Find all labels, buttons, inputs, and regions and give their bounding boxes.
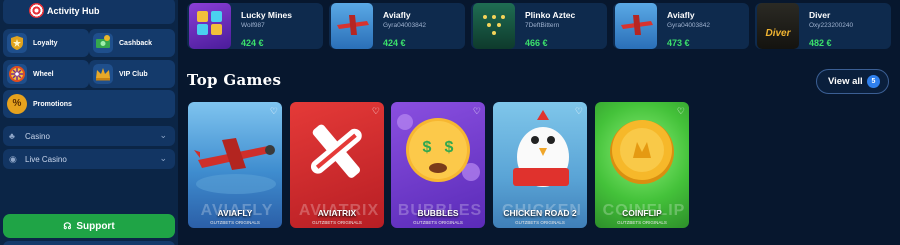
shield-icon xyxy=(7,33,27,53)
win-amount: 473 € xyxy=(667,38,690,48)
wheel-tile[interactable]: Wheel xyxy=(3,60,89,88)
count-badge: 5 xyxy=(867,75,880,88)
wheel-label: Wheel xyxy=(33,70,54,78)
sidebar: Activity Hub Loyalty Cashback Wheel VIP … xyxy=(0,0,178,245)
chevron-down-icon: ⌄ xyxy=(159,130,167,140)
wheel-icon xyxy=(7,64,27,84)
win-game-name: Lucky Mines xyxy=(241,10,293,20)
cashback-tile[interactable]: Cashback xyxy=(89,29,175,57)
win-username: 7DeftBittern xyxy=(525,22,560,29)
view-all-label: View all xyxy=(828,76,863,87)
favorite-icon[interactable]: ♡ xyxy=(473,106,481,117)
vip-club-tile[interactable]: VIP Club xyxy=(89,60,175,88)
card-provider: GUTZBETS ORIGINALS xyxy=(210,220,260,225)
svg-text:Diver: Diver xyxy=(765,28,791,39)
card-title: AVIATRIX xyxy=(317,208,357,218)
target-icon xyxy=(29,3,44,18)
win-game-name: Aviafly xyxy=(383,10,411,20)
recent-win-item[interactable]: Plinko Aztec 7DeftBittern 466 € xyxy=(471,3,607,49)
favorite-icon[interactable]: ♡ xyxy=(677,106,685,117)
win-username: Wolf987 xyxy=(241,22,265,29)
card-title: BUBBLES xyxy=(417,208,459,218)
favorite-icon[interactable]: ♡ xyxy=(270,106,278,117)
card-provider: GUTZBETS ORIGINALS xyxy=(515,220,565,225)
nav-live-casino[interactable]: ◉ Live Casino ⌄ xyxy=(3,149,175,169)
svg-text:$: $ xyxy=(445,139,454,156)
game-card-coinflip[interactable]: ♡ COINFLIP COINFLIP GUTZBETS ORIGINALS xyxy=(595,102,689,228)
loyalty-tile[interactable]: Loyalty xyxy=(3,29,89,57)
game-thumbnail xyxy=(473,3,515,49)
support-label: Support xyxy=(76,220,115,232)
favorite-icon[interactable]: ♡ xyxy=(372,106,380,117)
headset-icon: ☊ xyxy=(63,220,72,231)
win-username: Oxy223200240 xyxy=(809,22,854,29)
game-card-aviafly[interactable]: ♡ AVIAFLY AVIAFLY GUTZBETS ORIGINALS xyxy=(188,102,282,228)
promotions-label: Promotions xyxy=(33,100,72,108)
game-thumbnail xyxy=(189,3,231,49)
game-card-chicken-road-2[interactable]: ♡ CHICKEN CHICKEN ROAD 2 GUTZBETS ORIGIN… xyxy=(493,102,587,228)
card-title: COINFLIP xyxy=(622,208,662,218)
win-amount: 424 € xyxy=(241,38,264,48)
card-title: AVIAFLY xyxy=(217,208,253,218)
win-amount: 482 € xyxy=(809,38,832,48)
game-thumbnail xyxy=(331,3,373,49)
card-provider: GUTZBETS ORIGINALS xyxy=(617,220,667,225)
promotions-button[interactable]: % Promotions xyxy=(3,90,175,118)
win-game-name: Diver xyxy=(809,10,831,20)
vip-club-label: VIP Club xyxy=(119,70,148,78)
cashback-label: Cashback xyxy=(119,39,153,47)
cash-icon xyxy=(93,33,113,53)
game-card-aviatrix[interactable]: ♡ AVIATRIX AVIATRIX GUTZBETS ORIGINALS xyxy=(290,102,384,228)
bubbles-artwork: $ $ xyxy=(397,114,480,182)
win-username: Gyra04003842 xyxy=(667,22,711,29)
section-title: Top Games xyxy=(187,71,282,89)
casino-icon: ♣ xyxy=(9,131,15,141)
support-button[interactable]: ☊ Support xyxy=(3,214,175,238)
percent-icon: % xyxy=(7,94,27,114)
win-game-name: Aviafly xyxy=(667,10,695,20)
favorite-icon[interactable]: ♡ xyxy=(575,106,583,117)
aviafly-artwork xyxy=(194,138,276,194)
recent-win-item[interactable]: Aviafly Gyra04003842 424 € xyxy=(329,3,465,49)
sidebar-bottom-item xyxy=(3,241,175,245)
card-provider: GUTZBETS ORIGINALS xyxy=(413,220,463,225)
coinflip-artwork xyxy=(610,120,674,184)
chevron-down-icon: ⌄ xyxy=(159,153,167,163)
recent-win-item[interactable]: Lucky Mines Wolf987 424 € xyxy=(187,3,323,49)
chicken-artwork xyxy=(513,110,569,187)
crown-icon xyxy=(93,64,113,84)
view-all-button[interactable]: View all 5 xyxy=(816,69,889,94)
loyalty-label: Loyalty xyxy=(33,39,58,47)
activity-hub-label: Activity Hub xyxy=(47,6,100,16)
svg-text:$: $ xyxy=(423,139,432,156)
win-amount: 466 € xyxy=(525,38,548,48)
game-card-bubbles[interactable]: $ $ ♡ BUBBLES BUBBLES GUTZBETS ORIGINALS xyxy=(391,102,485,228)
nav-live-casino-label: Live Casino xyxy=(25,154,67,164)
win-game-name: Plinko Aztec xyxy=(525,10,576,20)
win-amount: 424 € xyxy=(383,38,406,48)
recent-win-item[interactable]: Diver Diver Oxy223200240 482 € xyxy=(755,3,891,49)
nav-casino-label: Casino xyxy=(25,131,50,141)
game-thumbnail xyxy=(615,3,657,49)
game-thumbnail: Diver xyxy=(757,3,799,49)
win-username: Gyra04003842 xyxy=(383,22,427,29)
aviatrix-artwork xyxy=(310,124,362,178)
card-title: CHICKEN ROAD 2 xyxy=(503,208,577,218)
activity-hub-button[interactable]: Activity Hub xyxy=(3,0,175,24)
recent-win-item[interactable]: Aviafly Gyra04003842 473 € xyxy=(613,3,749,49)
live-icon: ◉ xyxy=(9,154,17,164)
nav-casino[interactable]: ♣ Casino ⌄ xyxy=(3,126,175,146)
card-provider: GUTZBETS ORIGINALS xyxy=(312,220,362,225)
